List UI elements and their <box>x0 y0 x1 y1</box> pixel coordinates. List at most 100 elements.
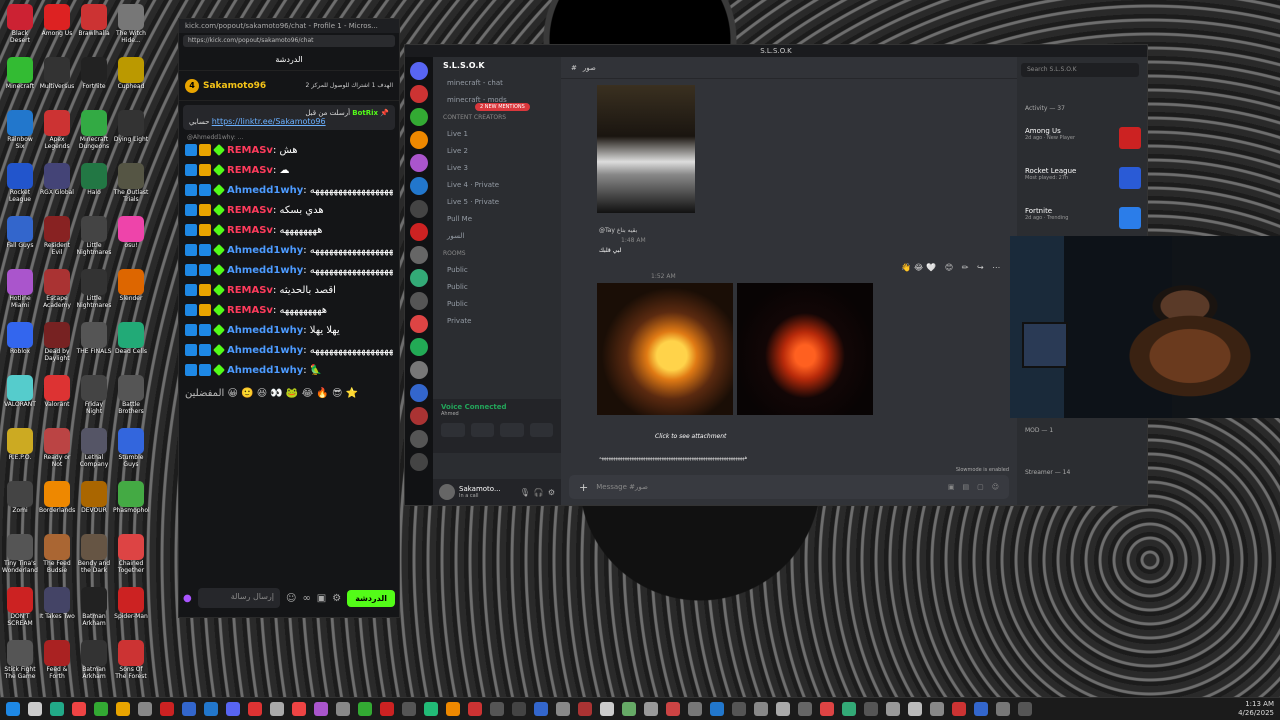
desktop-shortcut[interactable]: osu! <box>113 216 149 256</box>
server-icon[interactable] <box>410 315 428 333</box>
server-icon[interactable] <box>410 223 428 241</box>
soundboard-button[interactable] <box>529 423 553 437</box>
taskbar-app-icon[interactable] <box>160 702 174 716</box>
activity-card[interactable]: Among Us 2d ago · New Player <box>1025 127 1141 157</box>
screenshare-button[interactable] <box>470 423 494 437</box>
server-icon[interactable] <box>410 453 428 471</box>
taskbar-app-icon[interactable] <box>72 702 86 716</box>
taskbar-app-icon[interactable] <box>138 702 152 716</box>
store-icon[interactable]: ▣ <box>317 593 326 604</box>
taskbar-app-icon[interactable] <box>358 702 372 716</box>
taskbar-app-icon[interactable] <box>182 702 196 716</box>
chat-username[interactable]: Ahmedd1why <box>227 345 303 356</box>
pinned-author[interactable]: BotRix <box>352 109 378 117</box>
desktop-shortcut[interactable]: Little Nightmares II <box>76 269 112 309</box>
chat-username[interactable]: REMASv <box>227 225 273 236</box>
desktop-shortcut[interactable]: Dead by Daylight <box>39 322 75 362</box>
desktop-shortcut[interactable]: Spider-Man <box>113 587 149 627</box>
mic-icon[interactable]: ● <box>183 593 192 604</box>
message-actions[interactable]: 👋😂🤍 😊 ✏ ↪ ⋯ <box>901 263 1003 272</box>
desktop-shortcut[interactable]: RGX Global <box>39 163 75 203</box>
server-icon[interactable] <box>410 177 428 195</box>
taskbar-app-icon[interactable] <box>1018 702 1032 716</box>
voice-channel[interactable]: Ahmed <box>441 411 553 417</box>
desktop-shortcut[interactable]: Little Nightmares <box>76 216 112 256</box>
server-icon[interactable] <box>410 338 428 356</box>
desktop-shortcut[interactable]: The Witch Hide... <box>113 4 149 44</box>
taskbar-app-icon[interactable] <box>226 702 240 716</box>
taskbar-app-icon[interactable] <box>622 702 636 716</box>
taskbar-app-icon[interactable] <box>820 702 834 716</box>
camera-button[interactable] <box>441 423 465 437</box>
start-button[interactable] <box>6 702 20 716</box>
taskbar-app-icon[interactable] <box>468 702 482 716</box>
chat-username[interactable]: REMASv <box>227 165 273 176</box>
desktop-shortcut[interactable]: Lethal Company <box>76 428 112 468</box>
desktop-shortcut[interactable]: Cuphead <box>113 57 149 97</box>
desktop-shortcut[interactable]: Resident Evil <box>39 216 75 256</box>
desktop-shortcut[interactable]: Roblox <box>2 322 38 362</box>
desktop-shortcut[interactable]: Valorant <box>39 375 75 415</box>
taskbar-app-icon[interactable] <box>864 702 878 716</box>
desktop-shortcut[interactable]: Stick Fight The Game <box>2 640 38 680</box>
server-icon[interactable] <box>410 430 428 448</box>
desktop-shortcut[interactable]: Apex Legends <box>39 110 75 150</box>
channel-item[interactable]: Live 4 · Private <box>433 177 561 194</box>
desktop-shortcut[interactable]: Black Desert <box>2 4 38 44</box>
desktop-shortcut[interactable]: R.E.P.O. <box>2 428 38 468</box>
chat-username[interactable]: REMASv <box>227 205 273 216</box>
desktop-shortcut[interactable]: Minecraft Dungeons <box>76 110 112 150</box>
server-icon[interactable] <box>410 361 428 379</box>
taskbar-app-icon[interactable] <box>248 702 262 716</box>
taskbar-app-icon[interactable] <box>380 702 394 716</box>
taskbar-app-icon[interactable] <box>116 702 130 716</box>
desktop-shortcut[interactable]: Zomi <box>2 481 38 521</box>
chat-username[interactable]: REMASv <box>227 285 273 296</box>
taskbar-app-icon[interactable] <box>952 702 966 716</box>
taskbar-app-icon[interactable] <box>600 702 614 716</box>
fire-image[interactable] <box>597 283 733 415</box>
desktop-shortcut[interactable]: Brawlhalla <box>76 4 112 44</box>
chat-username[interactable]: Ahmedd1why <box>227 245 303 256</box>
taskbar-app-icon[interactable] <box>688 702 702 716</box>
server-icon[interactable] <box>410 200 428 218</box>
new-mentions-pill[interactable]: 2 NEW MENTIONS <box>475 103 530 111</box>
desktop-shortcut[interactable]: MultiVersus <box>39 57 75 97</box>
server-icon[interactable] <box>410 154 428 172</box>
desktop-shortcut[interactable]: DON'T SCREAM <box>2 587 38 627</box>
desktop-shortcut[interactable]: Chained Together <box>113 534 149 574</box>
taskbar-app-icon[interactable] <box>292 702 306 716</box>
taskbar-app-icon[interactable] <box>996 702 1010 716</box>
channel-item[interactable]: Public <box>433 296 561 313</box>
channel-item[interactable]: Live 1 <box>433 126 561 143</box>
desktop-shortcut[interactable]: Dying Light <box>113 110 149 150</box>
taskbar-app-icon[interactable] <box>974 702 988 716</box>
channel-item[interactable]: السور <box>433 228 561 245</box>
taskbar-app-icon[interactable] <box>578 702 592 716</box>
taskbar-app-icon[interactable] <box>512 702 526 716</box>
desktop-shortcut[interactable]: Dead Cells <box>113 322 149 362</box>
plus-icon[interactable]: + <box>579 481 588 494</box>
taskbar-app-icon[interactable] <box>336 702 350 716</box>
taskbar-app-icon[interactable] <box>28 702 42 716</box>
sticker-icon[interactable]: ▢ <box>977 483 984 491</box>
search-input[interactable]: Search S.L.S.O.K <box>1021 63 1139 77</box>
channel-item[interactable]: Public <box>433 279 561 296</box>
taskbar-app-icon[interactable] <box>534 702 548 716</box>
desktop-shortcut[interactable]: Batman Arkham Asy... <box>76 640 112 680</box>
desktop-shortcut[interactable]: Minecraft <box>2 57 38 97</box>
chat-username[interactable]: REMASv <box>227 145 273 156</box>
server-icon[interactable] <box>410 246 428 264</box>
server-icon[interactable] <box>410 85 428 103</box>
desktop-shortcut[interactable]: Escape Academy <box>39 269 75 309</box>
fire-image[interactable] <box>737 283 873 415</box>
channel-item[interactable]: minecraft - chat <box>433 75 561 92</box>
emote-icons[interactable]: 😀 🙂 😆 👀 🐸 😂 🔥 😎 ⭐ <box>227 388 358 399</box>
taskbar-app-icon[interactable] <box>666 702 680 716</box>
desktop-shortcut[interactable]: VALORANT <box>2 375 38 415</box>
activity-button[interactable] <box>500 423 524 437</box>
mic-icon[interactable]: 🎙 <box>520 488 530 497</box>
server-icon[interactable] <box>410 407 428 425</box>
channel-item[interactable]: Live 3 <box>433 160 561 177</box>
channel-item[interactable]: Live 5 · Private <box>433 194 561 211</box>
